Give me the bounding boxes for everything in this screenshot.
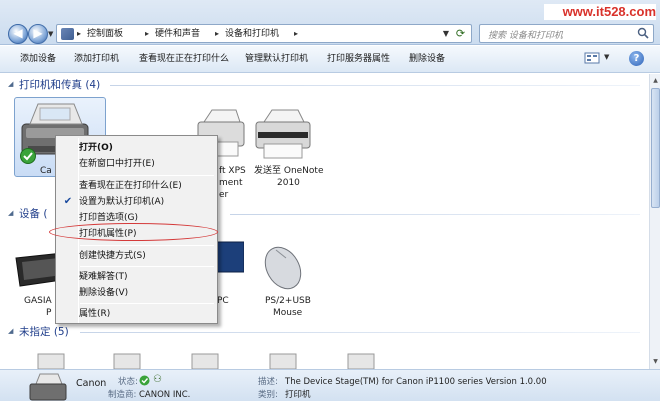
printer-label-xps-line2: ment (219, 178, 243, 188)
details-manufacturer-label: 制造商: (108, 390, 137, 400)
details-category-label: 类别: (258, 390, 278, 400)
device-label-mouse-line1: PS/2+USB (265, 296, 311, 306)
back-arrow-icon: ◀ (13, 26, 23, 40)
search-placeholder: 搜索 设备和打印机 (488, 31, 563, 41)
collapse-arrow-icon[interactable]: ◢ (8, 209, 13, 217)
address-dropdown-icon[interactable]: ▼ (443, 27, 449, 41)
device-label-mouse-line2: Mouse (273, 308, 303, 318)
breadcrumb-separator-icon[interactable]: ▸ (215, 27, 219, 41)
group-divider (110, 85, 640, 86)
canon-printer-small-icon (29, 373, 67, 401)
details-description-value: The Device Stage(TM) for Canon iP1100 se… (285, 377, 547, 387)
unspecified-device-icon (347, 353, 375, 369)
vertical-scrollbar[interactable]: ▲ ▼ (649, 74, 660, 369)
scroll-up-icon[interactable]: ▲ (651, 76, 660, 86)
printer-label-onenote-line2: 2010 (277, 178, 300, 188)
forward-arrow-icon: ▶ (33, 26, 43, 40)
printer-label-xps-line1: ft XPS (219, 166, 246, 176)
device-label-gasia-line1: GASIA (24, 296, 52, 306)
default-printer-check-icon (20, 148, 36, 164)
printer-label-xps-line3: er (219, 190, 229, 200)
manage-default-printers-button[interactable]: 管理默认打印机 (245, 52, 308, 66)
view-options-icon[interactable] (584, 51, 600, 65)
add-printer-button[interactable]: 添加打印机 (74, 52, 119, 66)
details-category-value: 打印机 (285, 390, 311, 400)
scrollbar-thumb[interactable] (651, 88, 660, 208)
menu-item-create-shortcut[interactable]: 创建快捷方式(S) (78, 248, 216, 264)
group-title-printers: 打印机和传真 (4) (19, 79, 101, 91)
details-description-label: 描述: (258, 377, 278, 387)
group-divider (80, 332, 640, 333)
control-panel-icon (61, 28, 74, 40)
view-dropdown-icon[interactable]: ▼ (604, 53, 609, 61)
command-toolbar: 添加设备 添加打印机 查看现在正在打印什么 管理默认打印机 打印服务器属性 删除… (0, 46, 660, 73)
search-icon[interactable] (637, 27, 649, 39)
menu-separator (80, 245, 214, 246)
checkmark-icon: ✔ (63, 196, 73, 207)
annotation-highlight-ellipse (49, 223, 218, 241)
menu-item-see-whats-printing[interactable]: 查看现在正在打印什么(E) (78, 178, 216, 194)
print-server-properties-button[interactable]: 打印服务器属性 (327, 52, 390, 66)
breadcrumb-separator-icon[interactable]: ▸ (77, 27, 81, 41)
menu-item-remove-device[interactable]: 删除设备(V) (78, 285, 216, 301)
status-users-icon: ⚇ (153, 374, 162, 385)
onenote-printer-icon (255, 109, 311, 159)
unspecified-device-icon (269, 353, 297, 369)
breadcrumb-hardware-sound[interactable]: 硬件和声音 (155, 27, 200, 41)
details-pane: Canon 状态: ⚇ 制造商: CANON INC. 描述: The Devi… (0, 369, 660, 401)
breadcrumb-devices-printers[interactable]: 设备和打印机 (225, 27, 279, 41)
recent-pages-dropdown-icon[interactable]: ▼ (48, 30, 53, 38)
details-device-name: Canon (76, 378, 107, 389)
collapse-arrow-icon[interactable]: ◢ (8, 327, 13, 335)
watermark-text: www.it528.com (544, 4, 656, 20)
forward-button[interactable]: ▶ (28, 24, 48, 44)
back-button[interactable]: ◀ (8, 24, 28, 44)
add-device-button[interactable]: 添加设备 (20, 52, 56, 66)
breadcrumb-separator-icon[interactable]: ▸ (145, 27, 149, 41)
refresh-icon[interactable]: ⟳ (453, 26, 468, 41)
menu-item-open-new-window[interactable]: 在新窗口中打开(E) (78, 156, 216, 172)
address-bar[interactable]: ▸ 控制面板 ▸ 硬件和声音 ▸ 设备和打印机 ▸ ▼ ⟳ (56, 24, 472, 43)
menu-item-troubleshoot[interactable]: 疑难解答(T) (78, 269, 216, 285)
breadcrumb-control-panel[interactable]: 控制面板 (87, 27, 123, 41)
mouse-device-icon (264, 246, 302, 290)
printer-label-canon: Ca (40, 166, 52, 176)
menu-separator (80, 303, 214, 304)
search-input[interactable]: 搜索 设备和打印机 (479, 24, 654, 43)
group-title-unspecified: 未指定 (5) (19, 326, 69, 338)
remove-device-button[interactable]: 删除设备 (409, 52, 445, 66)
printer-label-onenote-line1: 发送至 OneNote (254, 166, 324, 176)
details-status-label: 状态: (118, 377, 138, 387)
see-whats-printing-button[interactable]: 查看现在正在打印什么 (139, 52, 229, 66)
group-divider (230, 214, 640, 215)
details-manufacturer-value: CANON INC. (139, 390, 191, 400)
unspecified-device-icon (37, 353, 65, 369)
breadcrumb-separator-icon[interactable]: ▸ (294, 27, 298, 41)
device-label-pc: PC (217, 296, 229, 306)
status-ok-icon (139, 375, 150, 386)
scroll-down-icon[interactable]: ▼ (651, 357, 660, 367)
group-title-devices: 设备 ( (19, 208, 48, 220)
menu-separator (80, 175, 214, 176)
menu-separator (80, 266, 214, 267)
device-label-gasia-line2: P (46, 308, 52, 318)
unspecified-device-icon (191, 353, 219, 369)
menu-item-properties[interactable]: 属性(R) (78, 306, 216, 322)
unspecified-device-icon (113, 353, 141, 369)
help-icon[interactable]: ? (629, 51, 644, 66)
menu-item-open[interactable]: 打开(O) (78, 140, 216, 156)
collapse-arrow-icon[interactable]: ◢ (8, 80, 13, 88)
menu-item-set-default-printer[interactable]: 设置为默认打印机(A) (78, 194, 216, 210)
